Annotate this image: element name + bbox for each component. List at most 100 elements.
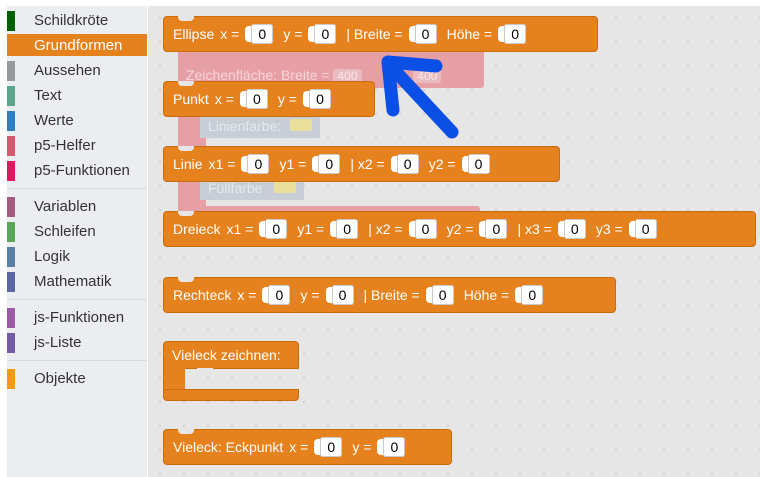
x-input[interactable]: 0 <box>314 437 343 457</box>
y-value[interactable]: 0 <box>331 285 354 305</box>
y3-value[interactable]: 0 <box>634 219 657 239</box>
x2-input[interactable]: 0 <box>390 154 419 174</box>
block-title: Dreieck <box>173 221 221 237</box>
y-value[interactable]: 0 <box>314 24 337 44</box>
x-value[interactable]: 0 <box>251 24 274 44</box>
x-input[interactable]: 0 <box>262 285 291 305</box>
hoehe-input[interactable]: 0 <box>498 24 527 44</box>
category-color-swatch <box>7 197 15 217</box>
x-value[interactable]: 0 <box>268 285 291 305</box>
x2-value[interactable]: 0 <box>396 154 419 174</box>
faded-color-swatch <box>274 181 296 193</box>
x3-value[interactable]: 0 <box>563 219 586 239</box>
rechteck-block[interactable]: Rechteck x = 0 y = 0 | Breite = 0 Höhe =… <box>163 277 616 313</box>
ellipse-block[interactable]: Ellipse x = 0 y = 0 | Breite = 0 Höhe = … <box>163 16 598 52</box>
category-p5-funktionen[interactable]: p5-Funktionen <box>7 159 147 181</box>
category-logik[interactable]: Logik <box>7 245 147 267</box>
hoehe-value[interactable]: 0 <box>504 24 527 44</box>
category-js-funktionen[interactable]: js-Funktionen <box>7 306 147 328</box>
y1-value[interactable]: 0 <box>336 219 359 239</box>
y3-input[interactable]: 0 <box>628 219 657 239</box>
x3-input[interactable]: 0 <box>557 219 586 239</box>
x1-value[interactable]: 0 <box>247 154 270 174</box>
vieleck-eckpunkt-block[interactable]: Vieleck: Eckpunkt x = 0 y = 0 <box>163 429 452 465</box>
x2-input[interactable]: 0 <box>408 219 437 239</box>
y-value[interactable]: 0 <box>308 89 331 109</box>
x2-label: | x2 = <box>368 221 403 237</box>
y-value[interactable]: 0 <box>383 437 406 457</box>
x3-label: | x3 = <box>517 221 552 237</box>
y-label: y = <box>277 91 297 107</box>
category-separator <box>7 360 147 361</box>
category-label: Variablen <box>34 198 97 215</box>
punkt-block[interactable]: Punkt x = 0 y = 0 <box>163 81 375 117</box>
y2-input[interactable]: 0 <box>461 154 490 174</box>
x-input[interactable]: 0 <box>245 24 274 44</box>
y-input[interactable]: 0 <box>325 285 354 305</box>
x-input[interactable]: 0 <box>239 89 268 109</box>
block-title: Vieleck: Eckpunkt <box>173 439 284 455</box>
hoehe-value[interactable]: 0 <box>521 285 544 305</box>
y1-input[interactable]: 0 <box>312 154 341 174</box>
category-text[interactable]: Text <box>7 84 147 106</box>
breite-input[interactable]: 0 <box>425 285 454 305</box>
block-title: Rechteck <box>173 287 232 303</box>
y1-label: y1 = <box>297 221 325 237</box>
faded-fuellfarbe-label: Füllfarbe <box>208 180 263 196</box>
editor-window: Schildkröte Grundformen Aussehen Text We… <box>0 0 760 477</box>
dreieck-block[interactable]: Dreieck x1 = 0 y1 = 0 | x2 = 0 y2 = 0 | … <box>163 211 756 247</box>
y-input[interactable]: 0 <box>302 89 331 109</box>
category-objekte[interactable]: Objekte <box>7 367 147 389</box>
category-color-swatch <box>7 247 15 267</box>
category-schildkroete[interactable]: Schildkröte <box>7 9 147 31</box>
category-schleifen[interactable]: Schleifen <box>7 220 147 242</box>
y2-label: y2 = <box>428 156 456 172</box>
block-title: Vieleck zeichnen: <box>172 347 281 363</box>
faded-linienfarbe-label: Linienfarbe: <box>208 118 282 134</box>
category-label: p5-Helfer <box>34 137 96 154</box>
category-variablen[interactable]: Variablen <box>7 195 147 217</box>
breite-value[interactable]: 0 <box>414 24 437 44</box>
hoehe-label: Höhe = <box>463 287 510 303</box>
x2-value[interactable]: 0 <box>414 219 437 239</box>
faded-color-swatch <box>290 119 312 131</box>
category-color-swatch <box>7 36 15 56</box>
y-input[interactable]: 0 <box>377 437 406 457</box>
category-grundformen[interactable]: Grundformen <box>7 34 147 56</box>
breite-value[interactable]: 0 <box>431 285 454 305</box>
category-color-swatch <box>7 333 15 353</box>
category-color-swatch <box>7 136 15 156</box>
category-p5-helfer[interactable]: p5-Helfer <box>7 134 147 156</box>
category-color-swatch <box>7 369 15 389</box>
x1-input[interactable]: 0 <box>259 219 288 239</box>
category-aussehen[interactable]: Aussehen <box>7 59 147 81</box>
y1-input[interactable]: 0 <box>330 219 359 239</box>
x-value[interactable]: 0 <box>320 437 343 457</box>
vieleck-zeichnen-block[interactable]: Vieleck zeichnen: <box>163 341 299 401</box>
y2-input[interactable]: 0 <box>479 219 508 239</box>
block-workspace[interactable]: Zeichenfläche: Breite = 400 400 Linienfa… <box>148 6 760 477</box>
category-label: p5-Funktionen <box>34 162 130 179</box>
x1-input[interactable]: 0 <box>241 154 270 174</box>
hoehe-input[interactable]: 0 <box>515 285 544 305</box>
y2-value[interactable]: 0 <box>485 219 508 239</box>
faded-hoehe-value: 400 <box>413 69 442 83</box>
category-mathematik[interactable]: Mathematik <box>7 270 147 292</box>
y-label: y = <box>283 26 303 42</box>
category-js-liste[interactable]: js-Liste <box>7 331 147 353</box>
category-label: Werte <box>34 112 74 129</box>
y2-value[interactable]: 0 <box>467 154 490 174</box>
y2-label: y2 = <box>446 221 474 237</box>
block-notch <box>178 16 194 21</box>
category-label: Schleifen <box>34 223 96 240</box>
linie-block[interactable]: Linie x1 = 0 y1 = 0 | x2 = 0 y2 = 0 <box>163 146 560 182</box>
x1-value[interactable]: 0 <box>265 219 288 239</box>
y-input[interactable]: 0 <box>308 24 337 44</box>
x-value[interactable]: 0 <box>245 89 268 109</box>
x-label: x = <box>237 287 257 303</box>
y1-value[interactable]: 0 <box>318 154 341 174</box>
category-label: Objekte <box>34 370 86 387</box>
breite-input[interactable]: 0 <box>408 24 437 44</box>
category-label: Aussehen <box>34 62 101 79</box>
category-werte[interactable]: Werte <box>7 109 147 131</box>
